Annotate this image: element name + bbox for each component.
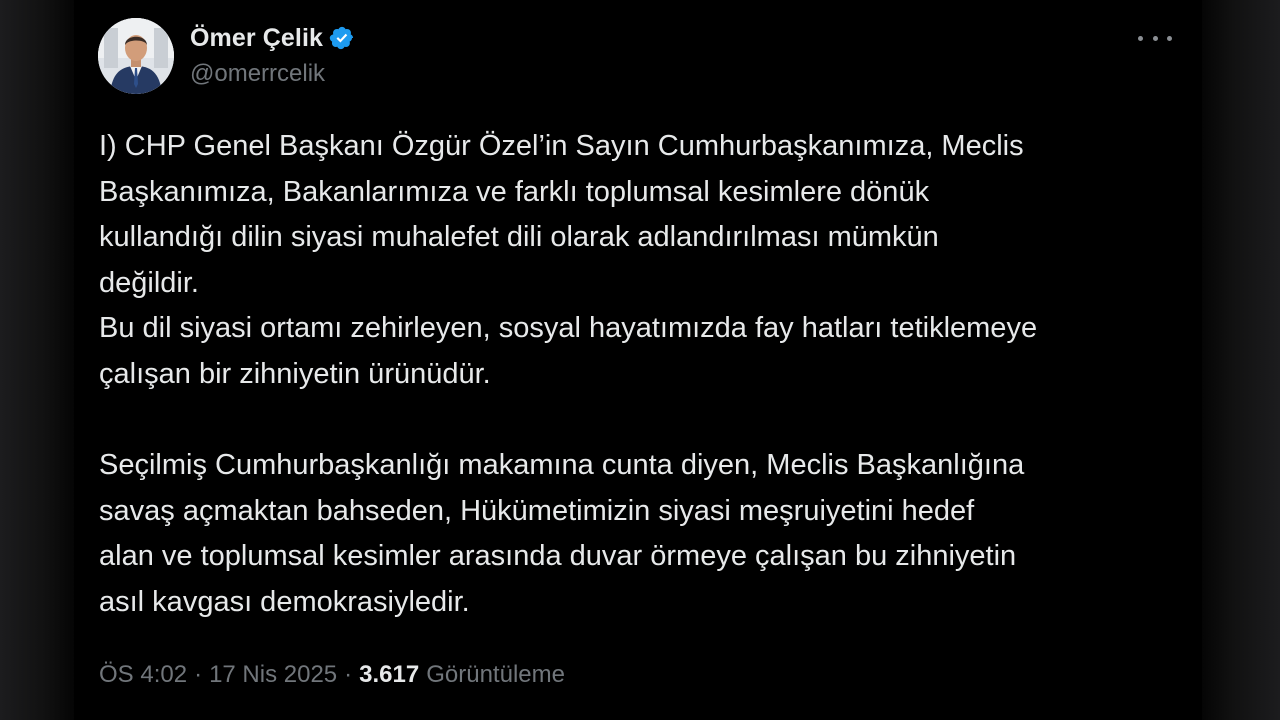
tweet-text: I) CHP Genel Başkanı Özgür Özel’in Sayın…: [99, 124, 1184, 626]
screenshot-stage: Ömer Çelik @omerrcelik I) CHP Genel Başk…: [0, 0, 1280, 720]
author-display-name[interactable]: Ömer Çelik: [190, 24, 323, 53]
more-dot: [1152, 35, 1158, 41]
avatar-portrait-icon: [98, 18, 174, 94]
background-left-margin: [0, 0, 74, 720]
meta-separator: ·: [194, 661, 203, 688]
more-options-icon[interactable]: [1138, 26, 1172, 50]
tweet-card: Ömer Çelik @omerrcelik I) CHP Genel Başk…: [74, 0, 1202, 720]
views-count: 3.617: [359, 661, 420, 688]
tweet-meta: ÖS 4:02 · 17 Nis 2025 · 3.617 Görüntülem…: [99, 657, 565, 693]
tweet-date[interactable]: 17 Nis 2025: [209, 661, 337, 689]
author-handle[interactable]: @omerrcelik: [190, 60, 325, 88]
more-dot: [1167, 35, 1172, 41]
tweet-paragraph-1: I) CHP Genel Başkanı Özgür Özel’in Sayın…: [99, 130, 1038, 390]
background-right-margin: [1202, 0, 1280, 720]
more-dot: [1138, 35, 1143, 41]
tweet-time[interactable]: ÖS 4:02: [99, 661, 187, 689]
verified-badge-icon: [329, 26, 354, 50]
meta-separator: ·: [344, 661, 353, 688]
avatar[interactable]: [98, 18, 174, 94]
tweet-paragraph-2: Seçilmiş Cumhurbaşkanlığı makamına cunta…: [99, 449, 1025, 618]
author-name-row: Ömer Çelik: [190, 20, 355, 56]
views-label: Görüntüleme: [426, 661, 565, 688]
